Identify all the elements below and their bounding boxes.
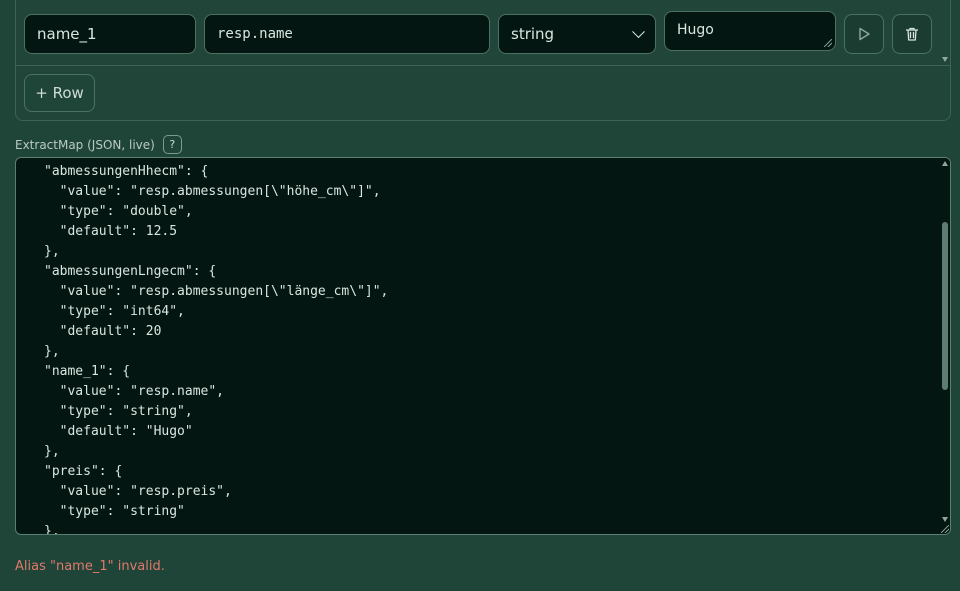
default-value-textarea[interactable]: Hugo	[664, 11, 836, 51]
json-section-header: ExtractMap (JSON, live) ?	[15, 135, 182, 154]
row-divider	[15, 65, 951, 66]
add-row-button[interactable]: + Row	[24, 74, 95, 112]
alias-input-value: name_1	[37, 25, 97, 43]
scroll-down-arrow[interactable]	[942, 517, 948, 522]
help-icon[interactable]: ?	[162, 135, 182, 154]
json-resize-handle-icon[interactable]	[941, 525, 949, 533]
play-icon	[859, 27, 870, 41]
trash-icon	[905, 27, 919, 41]
path-input-value: resp.name	[217, 26, 293, 42]
alias-input[interactable]: name_1	[24, 14, 196, 54]
type-select-value: string	[511, 25, 555, 43]
json-code: }, "abmessungenHhecm": { "value": "resp.…	[44, 158, 389, 535]
default-value-text: Hugo	[677, 22, 714, 38]
resize-handle-icon[interactable]	[824, 39, 832, 47]
chevron-down-icon	[632, 25, 645, 39]
extractmap-json-editor[interactable]: }, "abmessungenHhecm": { "value": "resp.…	[15, 157, 951, 535]
delete-row-button[interactable]	[892, 14, 932, 54]
alias-error-message: Alias "name_1" invalid.	[15, 559, 165, 574]
scroll-up-arrow[interactable]	[942, 161, 948, 166]
scrollbar-thumb[interactable]	[942, 222, 948, 390]
json-section-label: ExtractMap (JSON, live)	[15, 137, 155, 152]
run-row-button[interactable]	[844, 14, 884, 54]
panel-scroll-down-arrow[interactable]	[942, 57, 948, 62]
path-input[interactable]: resp.name	[204, 14, 490, 54]
type-select[interactable]: string	[498, 14, 656, 54]
json-scrollbar[interactable]	[940, 158, 950, 534]
